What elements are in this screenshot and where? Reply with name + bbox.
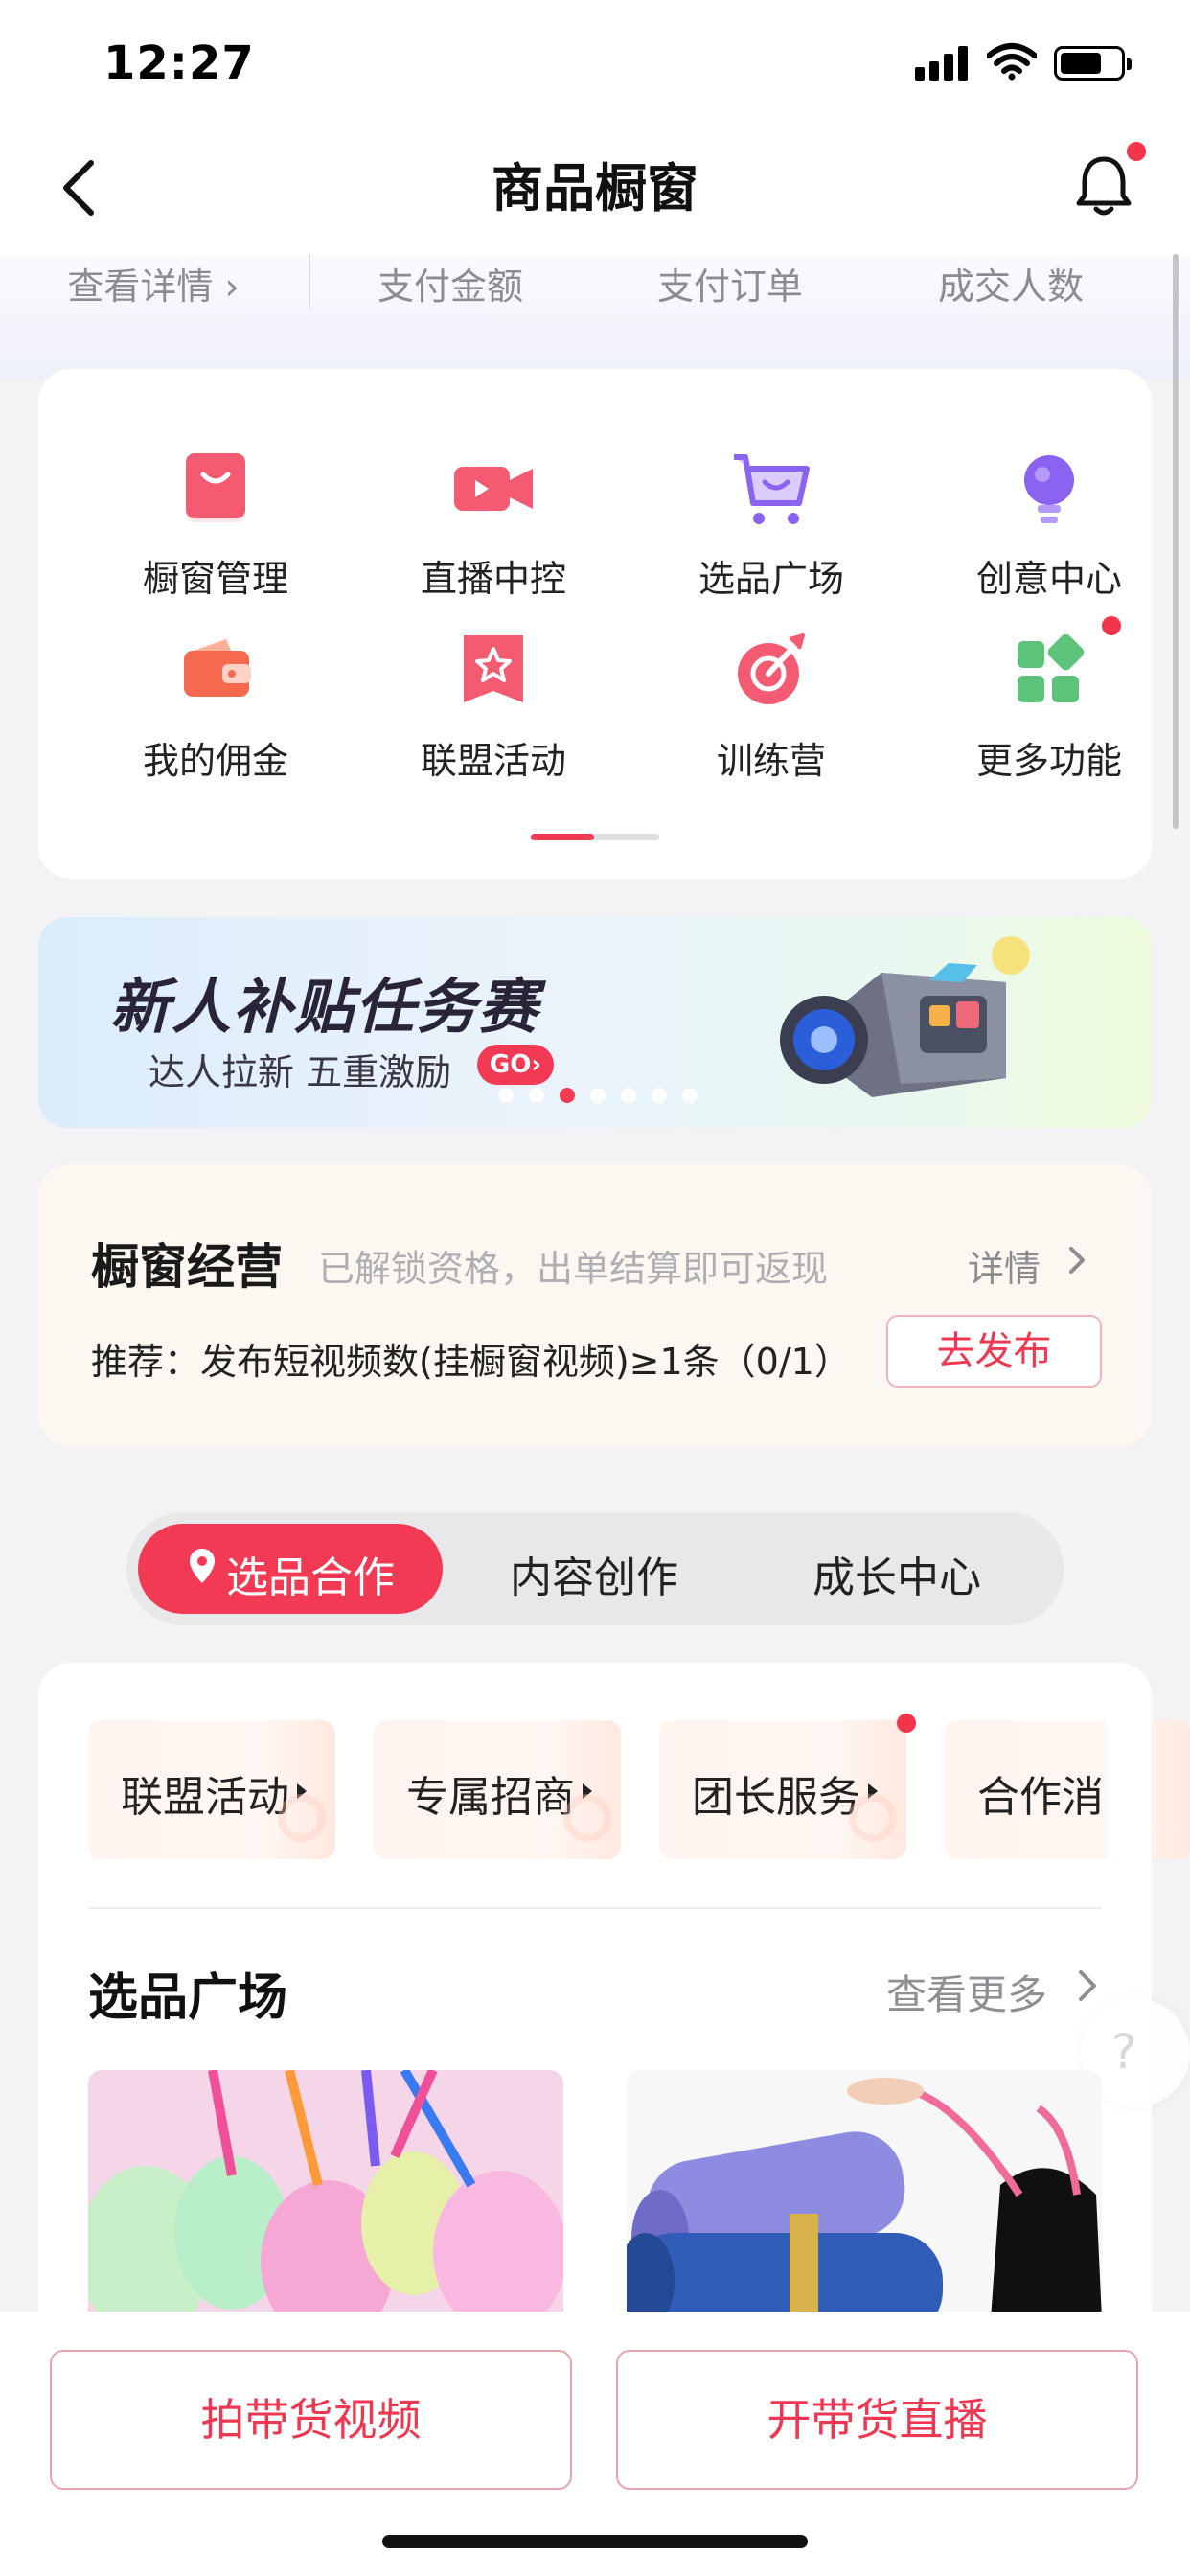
publish-button[interactable]: 去发布: [886, 1315, 1102, 1388]
section-title: 选品广场: [88, 1969, 288, 2027]
operation-detail-link[interactable]: 详情: [968, 1239, 1041, 1292]
wifi-icon: [987, 43, 1037, 80]
operation-recommendation: 推荐：发布短视频数(挂橱窗视频)≥1条（0/1）: [91, 1341, 851, 1383]
wallet-icon: [184, 639, 251, 697]
grid-item-live-control[interactable]: 直播中控: [355, 446, 632, 628]
view-more-link[interactable]: 查看更多: [886, 1963, 1047, 2021]
shoot-sales-video-button[interactable]: 拍带货视频: [50, 2350, 572, 2490]
decoration: [278, 1794, 326, 1842]
grid-label: 选品广场: [698, 558, 844, 600]
grid-label: 我的佣金: [142, 740, 288, 782]
projector-illustration: [780, 936, 1030, 1097]
feature-grid-card: 橱窗管理 直播中控 选品广场 创意中心 我的佣金 联盟活动 训练营 更多功能: [38, 369, 1152, 879]
decoration: [849, 1794, 897, 1842]
grid-item-creative-center[interactable]: 创意中心: [910, 446, 1188, 628]
banner-go-button[interactable]: GO›: [477, 1045, 554, 1085]
operation-title: 橱窗经营: [91, 1239, 283, 1295]
grid-label: 更多功能: [975, 740, 1122, 782]
grid-label: 创意中心: [975, 558, 1122, 600]
video-camera-icon: [454, 467, 533, 511]
grid-label: 联盟活动: [420, 740, 566, 782]
start-sales-live-button[interactable]: 开带货直播: [616, 2350, 1138, 2490]
tab-content-creation[interactable]: 内容创作: [510, 1543, 678, 1604]
chip-label: 联盟活动: [121, 1773, 289, 1822]
cellular-signal-icon: [915, 46, 969, 80]
chip-exclusive-merchants[interactable]: 专属招商: [374, 1720, 621, 1859]
tab-growth-center[interactable]: 成长中心: [812, 1543, 981, 1604]
star-badge-icon: [464, 635, 523, 702]
grid-label: 直播中控: [420, 558, 566, 600]
pay-amount-label: 支付金额: [377, 264, 523, 308]
page-title: 商品橱窗: [492, 158, 698, 218]
status-time: 12:27: [103, 36, 255, 90]
chip-leader-service[interactable]: 团长服务: [659, 1720, 906, 1859]
product-image-balloons[interactable]: [88, 2070, 563, 2319]
grid-label: 训练营: [716, 740, 826, 782]
chip-overflow-mask: [1107, 1715, 1152, 1864]
balloons-illustration: [88, 2070, 563, 2319]
help-question-icon: ?: [1111, 2024, 1137, 2080]
tab-label-product-cooperation[interactable]: 选品合作: [226, 1543, 395, 1604]
home-indicator: [382, 2535, 808, 2548]
grid-item-training-camp[interactable]: 训练营: [632, 628, 910, 810]
chip-label: 合作消: [977, 1773, 1104, 1822]
location-pin-icon: [190, 1549, 215, 1583]
grid-item-alliance-activity[interactable]: 联盟活动: [355, 628, 632, 810]
trash-bags-illustration: [627, 2070, 1102, 2319]
new-badge-dot: [897, 1714, 916, 1733]
grid-item-my-commission[interactable]: 我的佣金: [77, 628, 355, 810]
chip-cooperation-messages[interactable]: 合作消: [945, 1720, 1190, 1859]
target-icon: [738, 633, 805, 704]
banner-subtitle: 达人拉新 五重激励: [149, 1051, 452, 1093]
grid-item-more-features[interactable]: 更多功能: [910, 616, 1188, 810]
stats-header: 查看详情 › 支付金额 支付订单 成交人数: [0, 254, 1190, 379]
divider: [88, 1907, 1102, 1909]
grid-item-product-plaza[interactable]: 选品广场: [632, 446, 910, 628]
product-image-trash-bags[interactable]: [627, 2070, 1102, 2319]
decoration: [563, 1794, 611, 1842]
grid-page-indicator: [531, 834, 659, 840]
chevron-right-icon[interactable]: [1065, 1243, 1088, 1277]
lightbulb-icon: [1024, 455, 1074, 523]
bell-icon[interactable]: [1073, 153, 1134, 217]
banner-carousel-dots: [498, 1088, 699, 1103]
notification-dot: [1127, 142, 1146, 161]
chip-label: 团长服务: [692, 1773, 860, 1822]
grid-label: 橱窗管理: [142, 558, 288, 600]
pay-orders-label: 支付订单: [656, 264, 803, 308]
divider: [309, 254, 310, 308]
new-badge-dot: [1102, 616, 1121, 635]
buyers-label: 成交人数: [937, 264, 1084, 308]
chip-label: 专属招商: [406, 1773, 575, 1822]
operation-subtitle: 已解锁资格，出单结算即可返现: [318, 1248, 829, 1290]
banner-title: 新人补贴任务赛: [110, 972, 540, 1042]
window-operation-card: [38, 1164, 1152, 1447]
apps-grid-icon: [1018, 633, 1085, 702]
battery-icon: [1054, 46, 1132, 80]
shopping-bag-icon: [186, 453, 245, 522]
shopping-cart-icon: [734, 454, 810, 524]
grid-item-window-management[interactable]: 橱窗管理: [77, 446, 355, 628]
chevron-right-icon[interactable]: [1075, 1966, 1100, 2005]
view-details-link[interactable]: 查看详情 ›: [38, 254, 268, 311]
chip-alliance-activity[interactable]: 联盟活动: [88, 1720, 335, 1859]
